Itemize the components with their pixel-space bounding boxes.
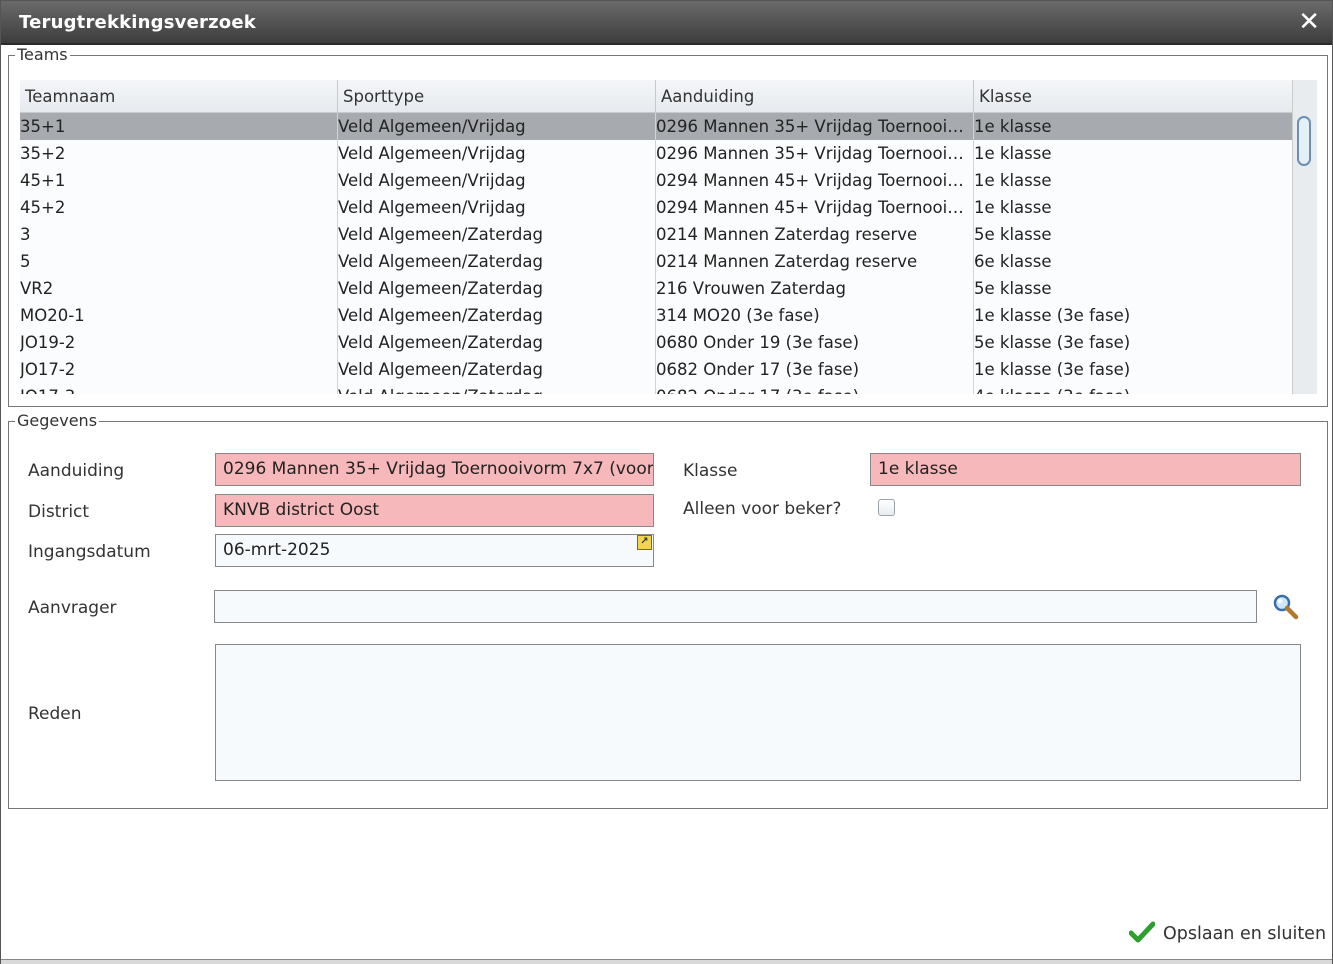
district-label: District xyxy=(28,502,90,522)
teams-grid: Teamnaam Sporttype Aanduiding Klasse 35+… xyxy=(20,80,1292,394)
cell-teamnaam: 3 xyxy=(20,221,338,248)
beker-label: Alleen voor beker? xyxy=(683,499,842,519)
ingangsdatum-field[interactable]: 06-mrt-2025 xyxy=(215,534,654,567)
klasse-label: Klasse xyxy=(683,461,738,481)
table-row[interactable]: 35+1 Veld Algemeen/Vrijdag 0296 Mannen 3… xyxy=(20,113,1292,141)
cell-teamnaam: 45+2 xyxy=(20,194,338,221)
teams-group: Teams Teamnaam Sporttype Aanduiding Klas… xyxy=(8,45,1328,407)
cell-aanduiding: 0214 Mannen Zaterdag reserve xyxy=(656,221,974,248)
cell-sporttype: Veld Algemeen/Zaterdag xyxy=(338,221,656,248)
cell-teamnaam: MO20-1 xyxy=(20,302,338,329)
bottom-edge xyxy=(1,959,1332,964)
aanvrager-field[interactable] xyxy=(214,590,1257,623)
cell-klasse: 4e klasse (3e fase) xyxy=(974,383,1292,394)
column-header-klasse[interactable]: Klasse xyxy=(974,80,1292,112)
cell-sporttype: Veld Algemeen/Zaterdag xyxy=(338,248,656,275)
table-row[interactable]: 35+2 Veld Algemeen/Vrijdag 0296 Mannen 3… xyxy=(20,140,1292,168)
cell-aanduiding: 0296 Mannen 35+ Vrijdag Toernooivo... xyxy=(656,140,974,167)
cell-sporttype: Veld Algemeen/Vrijdag xyxy=(338,113,656,140)
table-row[interactable]: JO17-3 Veld Algemeen/Zaterdag 0682 Onder… xyxy=(20,383,1292,394)
cell-teamnaam: JO17-3 xyxy=(20,383,338,394)
column-header-aanduiding[interactable]: Aanduiding xyxy=(656,80,974,112)
cell-sporttype: Veld Algemeen/Vrijdag xyxy=(338,167,656,194)
reden-label: Reden xyxy=(28,704,82,724)
cell-klasse: 1e klasse (3e fase) xyxy=(974,306,1131,325)
aanduiding-field[interactable]: 0296 Mannen 35+ Vrijdag Toernooivorm 7x7… xyxy=(215,453,654,486)
table-row[interactable]: 45+1 Veld Algemeen/Vrijdag 0294 Mannen 4… xyxy=(20,167,1292,195)
cell-aanduiding: 0296 Mannen 35+ Vrijdag Toernooivo... xyxy=(656,113,974,140)
cell-teamnaam: JO17-2 xyxy=(20,356,338,383)
cell-aanduiding: 216 Vrouwen Zaterdag xyxy=(656,275,974,302)
checkmark-icon xyxy=(1128,921,1156,947)
table-row[interactable]: 45+2 Veld Algemeen/Vrijdag 0294 Mannen 4… xyxy=(20,194,1292,222)
beker-checkbox[interactable] xyxy=(878,499,895,516)
teams-legend: Teams xyxy=(15,45,70,64)
cell-klasse: 5e klasse (3e fase) xyxy=(974,333,1131,352)
cell-klasse: 1e klasse (3e fase) xyxy=(974,360,1131,379)
cell-sporttype: Veld Algemeen/Vrijdag xyxy=(338,140,656,167)
details-legend: Gegevens xyxy=(15,411,100,430)
cell-aanduiding: 0682 Onder 17 (3e fase) xyxy=(656,383,974,394)
aanvrager-label: Aanvrager xyxy=(28,598,117,618)
table-row[interactable]: 5 Veld Algemeen/Zaterdag 0214 Mannen Zat… xyxy=(20,248,1292,276)
cell-sporttype: Veld Algemeen/Zaterdag xyxy=(338,275,656,302)
cell-sporttype: Veld Algemeen/Zaterdag xyxy=(338,356,656,383)
ingangsdatum-label: Ingangsdatum xyxy=(28,542,151,562)
column-header-sporttype[interactable]: Sporttype xyxy=(338,80,656,112)
dialog-window: Terugtrekkingsverzoek ✕ Teams Teamnaam S… xyxy=(0,0,1333,964)
cell-sporttype: Veld Algemeen/Zaterdag xyxy=(338,302,656,329)
cell-klasse: 6e klasse xyxy=(974,252,1052,271)
cell-teamnaam: 5 xyxy=(20,248,338,275)
cell-klasse: 5e klasse xyxy=(974,225,1052,244)
cell-aanduiding: 0680 Onder 19 (3e fase) xyxy=(656,329,974,356)
reden-textarea[interactable] xyxy=(215,644,1301,781)
cell-aanduiding: 0294 Mannen 45+ Vrijdag Toernooivo... xyxy=(656,167,974,194)
cell-klasse: 1e klasse xyxy=(974,171,1052,190)
grid-header: Teamnaam Sporttype Aanduiding Klasse xyxy=(20,80,1292,113)
cell-teamnaam: JO19-2 xyxy=(20,329,338,356)
cell-teamnaam: 45+1 xyxy=(20,167,338,194)
table-row[interactable]: MO20-1 Veld Algemeen/Zaterdag 314 MO20 (… xyxy=(20,302,1292,330)
table-row[interactable]: JO17-2 Veld Algemeen/Zaterdag 0682 Onder… xyxy=(20,356,1292,384)
title-bar[interactable]: Terugtrekkingsverzoek ✕ xyxy=(1,1,1332,45)
table-row[interactable]: 3 Veld Algemeen/Zaterdag 0214 Mannen Zat… xyxy=(20,221,1292,249)
save-and-close-button[interactable]: Opslaan en sluiten xyxy=(1128,919,1327,949)
cell-klasse: 1e klasse xyxy=(974,117,1052,136)
save-label: Opslaan en sluiten xyxy=(1163,924,1327,944)
cell-klasse: 1e klasse xyxy=(974,144,1052,163)
cell-klasse: 1e klasse xyxy=(974,198,1052,217)
cell-klasse: 5e klasse xyxy=(974,279,1052,298)
cell-sporttype: Veld Algemeen/Zaterdag xyxy=(338,329,656,356)
date-picker-icon[interactable]: ↗ xyxy=(637,535,652,550)
cell-sporttype: Veld Algemeen/Vrijdag xyxy=(338,194,656,221)
dialog-title: Terugtrekkingsverzoek xyxy=(19,12,256,33)
district-field[interactable]: KNVB district Oost xyxy=(215,494,654,527)
scrollbar-thumb[interactable] xyxy=(1297,116,1311,166)
aanduiding-label: Aanduiding xyxy=(28,461,125,481)
cell-aanduiding: 0214 Mannen Zaterdag reserve xyxy=(656,248,974,275)
column-header-teamnaam[interactable]: Teamnaam xyxy=(20,80,338,112)
cell-aanduiding: 0294 Mannen 45+ Vrijdag Toernooivo... xyxy=(656,194,974,221)
cell-aanduiding: 0682 Onder 17 (3e fase) xyxy=(656,356,974,383)
cell-aanduiding: 314 MO20 (3e fase) xyxy=(656,302,974,329)
table-row[interactable]: JO19-2 Veld Algemeen/Zaterdag 0680 Onder… xyxy=(20,329,1292,357)
cell-teamnaam: 35+1 xyxy=(20,113,338,140)
table-row[interactable]: VR2 Veld Algemeen/Zaterdag 216 Vrouwen Z… xyxy=(20,275,1292,303)
search-icon[interactable] xyxy=(1271,592,1299,620)
grid-scrollbar[interactable] xyxy=(1292,80,1317,394)
klasse-field[interactable]: 1e klasse xyxy=(870,453,1301,486)
cell-teamnaam: VR2 xyxy=(20,275,338,302)
cell-sporttype: Veld Algemeen/Zaterdag xyxy=(338,383,656,394)
close-icon[interactable]: ✕ xyxy=(1298,7,1320,37)
cell-teamnaam: 35+2 xyxy=(20,140,338,167)
